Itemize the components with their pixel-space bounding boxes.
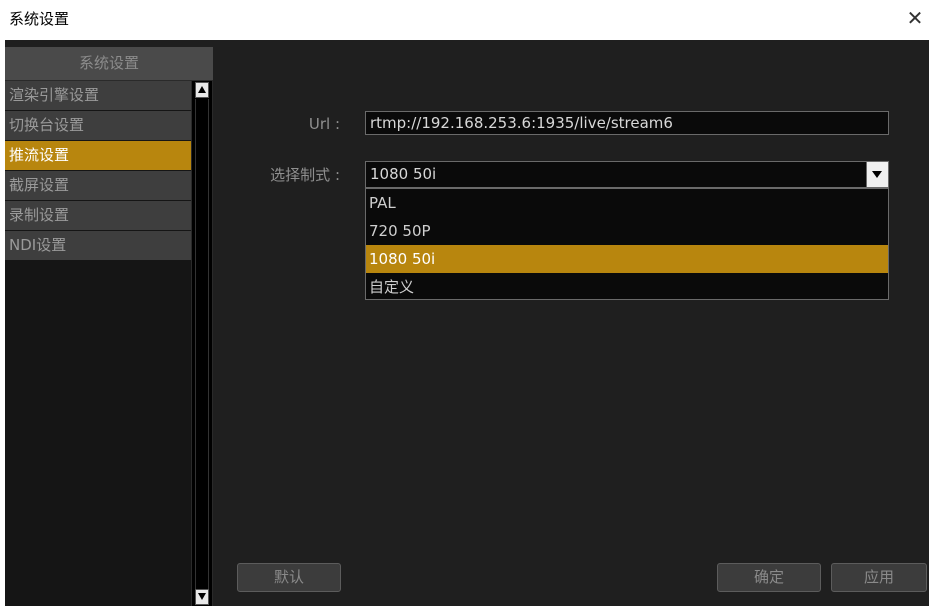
scroll-down-button[interactable] [195,589,209,605]
ok-button[interactable]: 确定 [717,563,821,592]
sidebar: 系统设置 渲染引擎设置 切换台设置 推流设置 截屏设置 录制设置 NDI设置 [5,47,213,606]
scroll-track[interactable] [195,99,209,589]
sidebar-item-streaming[interactable]: 推流设置 [5,141,191,170]
title-bar: 系统设置 ✕ [0,0,929,40]
scroll-up-button[interactable] [195,82,209,98]
sidebar-list: 渲染引擎设置 切换台设置 推流设置 截屏设置 录制设置 NDI设置 [5,81,191,606]
format-select-value: 1080 50i [370,165,437,183]
url-input[interactable]: rtmp://192.168.253.6:1935/live/stream6 [365,111,889,135]
format-label: 选择制式 : [270,166,340,184]
format-select[interactable]: 1080 50i [365,161,889,188]
sidebar-item-ndi[interactable]: NDI设置 [5,231,191,260]
settings-dialog: 系统设置 渲染引擎设置 切换台设置 推流设置 截屏设置 录制设置 NDI设置 U… [5,40,929,606]
arrow-down-icon [198,593,206,600]
close-icon[interactable]: ✕ [903,6,927,30]
format-option-pal[interactable]: PAL [366,189,888,217]
format-option-custom[interactable]: 自定义 [366,273,888,301]
default-button[interactable]: 默认 [237,563,341,592]
sidebar-item-render-engine[interactable]: 渲染引擎设置 [5,81,191,110]
sidebar-scrollbar[interactable] [192,81,212,606]
sidebar-item-recording[interactable]: 录制设置 [5,201,191,230]
format-option-720-50p[interactable]: 720 50P [366,217,888,245]
chevron-down-icon [872,171,882,178]
arrow-up-icon [198,86,206,93]
dropdown-toggle[interactable] [866,162,888,187]
sidebar-item-switcher[interactable]: 切换台设置 [5,111,191,140]
sidebar-item-screenshot[interactable]: 截屏设置 [5,171,191,200]
format-option-1080-50i[interactable]: 1080 50i [366,245,888,273]
format-dropdown-list: PAL 720 50P 1080 50i 自定义 [365,188,889,300]
apply-button[interactable]: 应用 [831,563,927,592]
url-label: Url : [308,115,340,133]
window-title: 系统设置 [9,10,70,28]
sidebar-header: 系统设置 [5,47,213,80]
